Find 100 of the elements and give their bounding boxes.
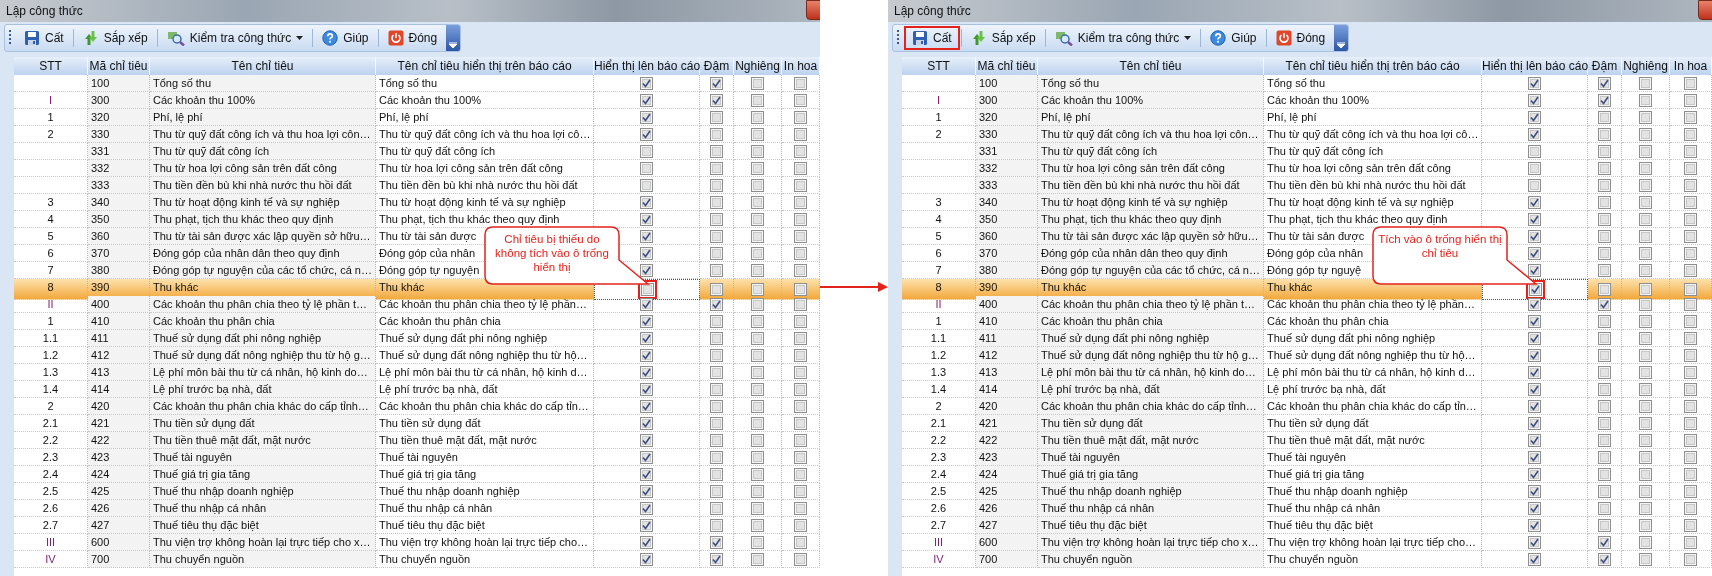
checkbox[interactable] xyxy=(1598,518,1611,532)
checkbox[interactable] xyxy=(1684,331,1697,345)
checkbox[interactable] xyxy=(640,195,653,209)
checkbox[interactable] xyxy=(1684,314,1697,328)
checkbox[interactable] xyxy=(1598,127,1611,141)
checkbox[interactable] xyxy=(751,450,764,464)
checkbox[interactable] xyxy=(1598,263,1611,277)
checkbox[interactable] xyxy=(1639,348,1652,362)
toolbar-button[interactable]: Cất xyxy=(16,26,72,50)
checkbox[interactable] xyxy=(1598,178,1611,192)
checkbox[interactable] xyxy=(1684,365,1697,379)
checkbox[interactable] xyxy=(640,314,653,328)
checkbox[interactable] xyxy=(640,93,653,107)
checkbox[interactable] xyxy=(710,212,723,226)
column-header[interactable]: Mã chỉ tiêu xyxy=(976,57,1038,75)
checkbox[interactable] xyxy=(751,195,764,209)
checkbox[interactable] xyxy=(1639,110,1652,124)
checkbox[interactable] xyxy=(1528,127,1541,141)
checkbox[interactable] xyxy=(751,212,764,226)
column-header[interactable]: Hiển thị lên báo cáo xyxy=(1482,57,1588,75)
toolbar-grip[interactable] xyxy=(8,29,12,47)
checkbox[interactable] xyxy=(710,76,723,90)
checkbox[interactable] xyxy=(1684,93,1697,107)
checkbox[interactable] xyxy=(794,314,807,328)
checkbox[interactable] xyxy=(1639,144,1652,158)
checkbox[interactable] xyxy=(1639,282,1652,296)
checkbox[interactable] xyxy=(710,365,723,379)
column-header[interactable]: In hoa xyxy=(1670,57,1712,75)
checkbox[interactable] xyxy=(1598,161,1611,175)
checkbox[interactable] xyxy=(1639,246,1652,260)
column-header[interactable]: Tên chỉ tiêu xyxy=(150,57,376,75)
toolbar-button[interactable]: Kiểm tra công thức xyxy=(158,26,312,50)
checkbox[interactable] xyxy=(640,450,653,464)
checkbox[interactable] xyxy=(1684,552,1697,566)
toolbar-button[interactable]: Sắp xếp xyxy=(74,26,156,50)
checkbox[interactable] xyxy=(1528,467,1541,481)
checkbox[interactable] xyxy=(710,282,723,296)
column-header[interactable]: STT xyxy=(14,57,88,75)
checkbox[interactable] xyxy=(1598,93,1611,107)
checkbox[interactable] xyxy=(1528,365,1541,379)
checkbox[interactable] xyxy=(640,484,653,498)
checkbox[interactable] xyxy=(1684,433,1697,447)
checkbox[interactable] xyxy=(751,348,764,362)
checkbox[interactable] xyxy=(1639,518,1652,532)
checkbox[interactable] xyxy=(1684,282,1697,296)
column-header[interactable]: Tên chỉ tiêu hiển thị trên báo cáo xyxy=(1264,57,1482,75)
checkbox[interactable] xyxy=(1684,161,1697,175)
checkbox[interactable] xyxy=(1684,76,1697,90)
checkbox[interactable] xyxy=(1684,178,1697,192)
checkbox[interactable] xyxy=(794,416,807,430)
checkbox[interactable] xyxy=(794,433,807,447)
checkbox[interactable] xyxy=(1598,195,1611,209)
checkbox[interactable] xyxy=(1528,246,1541,260)
toolbar-button[interactable]: Đóng xyxy=(1267,26,1334,50)
checkbox[interactable] xyxy=(751,229,764,243)
checkbox[interactable] xyxy=(1639,127,1652,141)
checkbox[interactable] xyxy=(1528,518,1541,532)
checkbox[interactable] xyxy=(1684,212,1697,226)
checkbox[interactable] xyxy=(1684,246,1697,260)
checkbox[interactable] xyxy=(640,467,653,481)
checkbox[interactable] xyxy=(710,399,723,413)
checkbox[interactable] xyxy=(640,144,653,158)
checkbox[interactable] xyxy=(751,331,764,345)
checkbox[interactable] xyxy=(1598,331,1611,345)
checkbox[interactable] xyxy=(640,212,653,226)
checkbox[interactable] xyxy=(794,518,807,532)
checkbox[interactable] xyxy=(794,382,807,396)
checkbox[interactable] xyxy=(710,382,723,396)
checkbox[interactable] xyxy=(710,450,723,464)
checkbox[interactable] xyxy=(640,331,653,345)
checkbox[interactable] xyxy=(1528,552,1541,566)
checkbox[interactable] xyxy=(1598,76,1611,90)
checkbox[interactable] xyxy=(751,76,764,90)
checkbox[interactable] xyxy=(1684,518,1697,532)
checkbox[interactable] xyxy=(1528,331,1541,345)
checkbox[interactable] xyxy=(751,535,764,549)
column-header[interactable]: Tên chỉ tiêu hiển thị trên báo cáo xyxy=(376,57,594,75)
checkbox[interactable] xyxy=(751,501,764,515)
checkbox[interactable] xyxy=(1639,297,1652,311)
checkbox[interactable] xyxy=(1528,212,1541,226)
column-header[interactable]: Hiển thị lên báo cáo xyxy=(594,57,700,75)
checkbox[interactable] xyxy=(794,450,807,464)
checkbox[interactable] xyxy=(640,382,653,396)
checkbox[interactable] xyxy=(710,263,723,277)
checkbox[interactable] xyxy=(710,314,723,328)
checkbox[interactable] xyxy=(1528,314,1541,328)
checkbox[interactable] xyxy=(1684,416,1697,430)
checkbox[interactable] xyxy=(1639,178,1652,192)
checkbox[interactable] xyxy=(710,195,723,209)
checkbox[interactable] xyxy=(710,127,723,141)
checkbox[interactable] xyxy=(1684,399,1697,413)
checkbox[interactable] xyxy=(1528,195,1541,209)
checkbox[interactable] xyxy=(1639,314,1652,328)
checkbox[interactable] xyxy=(1528,297,1541,311)
checkbox[interactable] xyxy=(751,416,764,430)
checkbox[interactable] xyxy=(1684,297,1697,311)
checkbox[interactable] xyxy=(1598,450,1611,464)
checkbox[interactable] xyxy=(1684,348,1697,362)
checkbox[interactable] xyxy=(640,161,653,175)
checkbox[interactable] xyxy=(1684,144,1697,158)
